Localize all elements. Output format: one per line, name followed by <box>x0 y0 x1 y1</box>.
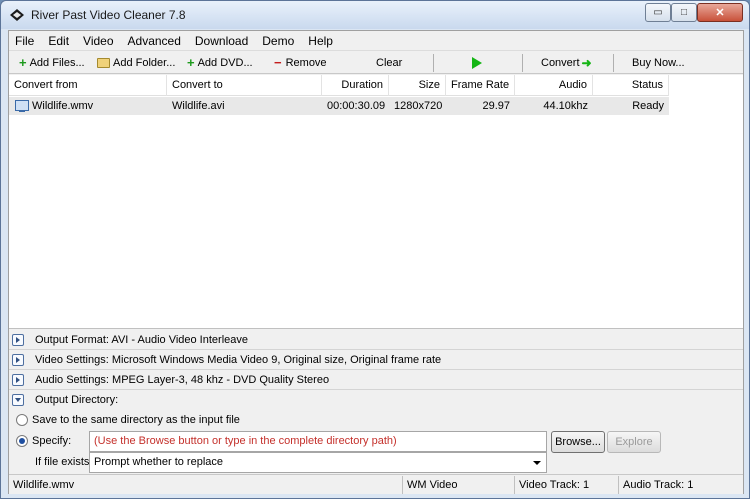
output-directory-label: Output Directory: <box>35 394 119 406</box>
minus-icon: − <box>274 55 282 70</box>
cell-convert-to: Wildlife.avi <box>172 100 225 112</box>
close-icon: ✕ <box>715 7 725 19</box>
output-directory-input[interactable]: (Use the Browse button or type in the co… <box>89 431 547 452</box>
specify-label[interactable]: Specify: <box>32 435 71 447</box>
if-exists-select[interactable]: Prompt whether to replace <box>89 452 547 473</box>
chevron-down-icon <box>533 461 541 465</box>
same-dir-label[interactable]: Save to the same directory as the input … <box>32 414 240 426</box>
window-title: River Past Video Cleaner 7.8 <box>31 8 186 22</box>
column-convert-to[interactable]: Convert to <box>167 75 322 96</box>
specify-radio[interactable] <box>16 435 28 447</box>
plus-icon: + <box>19 55 27 70</box>
column-size[interactable]: Size <box>389 75 446 96</box>
toolbar-separator <box>613 54 614 72</box>
clear-button[interactable]: Clear <box>376 54 402 72</box>
maximize-icon: □ <box>680 7 688 18</box>
cell-size: 1280x720 <box>394 100 443 112</box>
output-format-row[interactable]: Output Format: AVI - Audio Video Interle… <box>9 330 743 350</box>
cell-convert-from: Wildlife.wmv <box>32 100 94 112</box>
status-video-track: Video Track: 1 <box>515 476 619 494</box>
video-settings-row[interactable]: Video Settings: Microsoft Windows Media … <box>9 350 743 370</box>
file-list[interactable]: Convert from Convert to Duration Size Fr… <box>9 75 743 329</box>
menu-demo[interactable]: Demo <box>255 34 301 48</box>
menu-edit[interactable]: Edit <box>41 34 76 48</box>
minimize-icon: ▭ <box>653 7 663 18</box>
cell-frame-rate: 29.97 <box>482 100 510 112</box>
clear-label: Clear <box>376 57 403 69</box>
convert-label: Convert <box>541 57 580 69</box>
app-window: River Past Video Cleaner 7.8 ▭ □ ✕ File … <box>0 0 750 499</box>
toolbar: + Add Files... Add Folder... + Add DVD..… <box>9 52 743 74</box>
play-button[interactable] <box>472 54 482 72</box>
maximize-button[interactable]: □ <box>671 3 697 22</box>
expand-icon[interactable] <box>12 373 24 386</box>
add-dvd-label: Add DVD... <box>197 57 253 69</box>
video-settings-label: Video Settings: Microsoft Windows Media … <box>35 353 442 366</box>
add-dvd-button[interactable]: + Add DVD... <box>187 54 253 72</box>
browse-button[interactable]: Browse... <box>551 431 605 453</box>
add-folder-label: Add Folder... <box>113 57 176 69</box>
column-convert-from[interactable]: Convert from <box>9 75 167 96</box>
toolbar-separator <box>522 54 523 72</box>
audio-settings-row[interactable]: Audio Settings: MPEG Layer-3, 48 khz - D… <box>9 370 743 390</box>
expand-icon[interactable] <box>12 333 24 346</box>
column-status[interactable]: Status <box>593 75 669 96</box>
cell-status: Ready <box>632 100 664 112</box>
minimize-button[interactable]: ▭ <box>645 3 671 22</box>
column-duration[interactable]: Duration <box>322 75 389 96</box>
expand-icon[interactable] <box>12 353 24 366</box>
app-logo-icon <box>10 9 24 21</box>
status-bar: Wildlife.wmv WM Video Video Track: 1 Aud… <box>9 474 743 494</box>
close-button[interactable]: ✕ <box>697 3 743 22</box>
plus-icon: + <box>187 55 195 70</box>
add-folder-button[interactable]: Add Folder... <box>97 54 175 72</box>
status-format: WM Video <box>403 476 515 494</box>
output-format-label: Output Format: AVI - Audio Video Interle… <box>35 333 248 346</box>
menu-bar: File Edit Video Advanced Download Demo H… <box>9 31 743 51</box>
menu-download[interactable]: Download <box>188 34 255 48</box>
menu-video[interactable]: Video <box>76 34 120 48</box>
collapse-icon[interactable] <box>12 394 24 406</box>
if-exists-value: Prompt whether to replace <box>94 456 224 468</box>
menu-advanced[interactable]: Advanced <box>121 34 188 48</box>
title-bar[interactable]: River Past Video Cleaner 7.8 ▭ □ ✕ <box>1 1 749 29</box>
cell-audio: 44.10khz <box>543 100 588 112</box>
folder-icon <box>97 58 110 68</box>
remove-button[interactable]: − Remove <box>274 54 327 72</box>
table-row[interactable]: Wildlife.wmv Wildlife.avi 00:00:30.09 12… <box>9 97 669 115</box>
status-file: Wildlife.wmv <box>9 476 403 494</box>
add-files-label: Add Files... <box>29 57 85 69</box>
list-header: Convert from Convert to Duration Size Fr… <box>9 75 669 96</box>
output-directory-row[interactable]: Output Directory: <box>9 390 743 410</box>
buy-now-label: Buy Now... <box>632 57 685 69</box>
audio-settings-label: Audio Settings: MPEG Layer-3, 48 khz - D… <box>35 373 330 386</box>
column-frame-rate[interactable]: Frame Rate <box>446 75 515 96</box>
client-area: File Edit Video Advanced Download Demo H… <box>8 30 744 494</box>
menu-help[interactable]: Help <box>301 34 340 48</box>
remove-label: Remove <box>285 57 327 69</box>
if-exists-label: If file exists: <box>35 456 93 468</box>
buy-now-button[interactable]: Buy Now... <box>632 54 685 72</box>
arrow-right-icon: ➜ <box>581 56 592 70</box>
cell-duration: 00:00:30.09 <box>327 100 386 112</box>
menu-file[interactable]: File <box>9 34 41 48</box>
convert-button[interactable]: Convert ➜ <box>541 54 592 72</box>
column-audio[interactable]: Audio <box>515 75 593 96</box>
toolbar-separator <box>433 54 434 72</box>
explore-button[interactable]: Explore <box>607 431 661 453</box>
play-icon <box>472 57 482 69</box>
add-files-button[interactable]: + Add Files... <box>19 54 85 72</box>
status-audio-track: Audio Track: 1 <box>623 479 694 491</box>
same-dir-radio[interactable] <box>16 414 28 426</box>
